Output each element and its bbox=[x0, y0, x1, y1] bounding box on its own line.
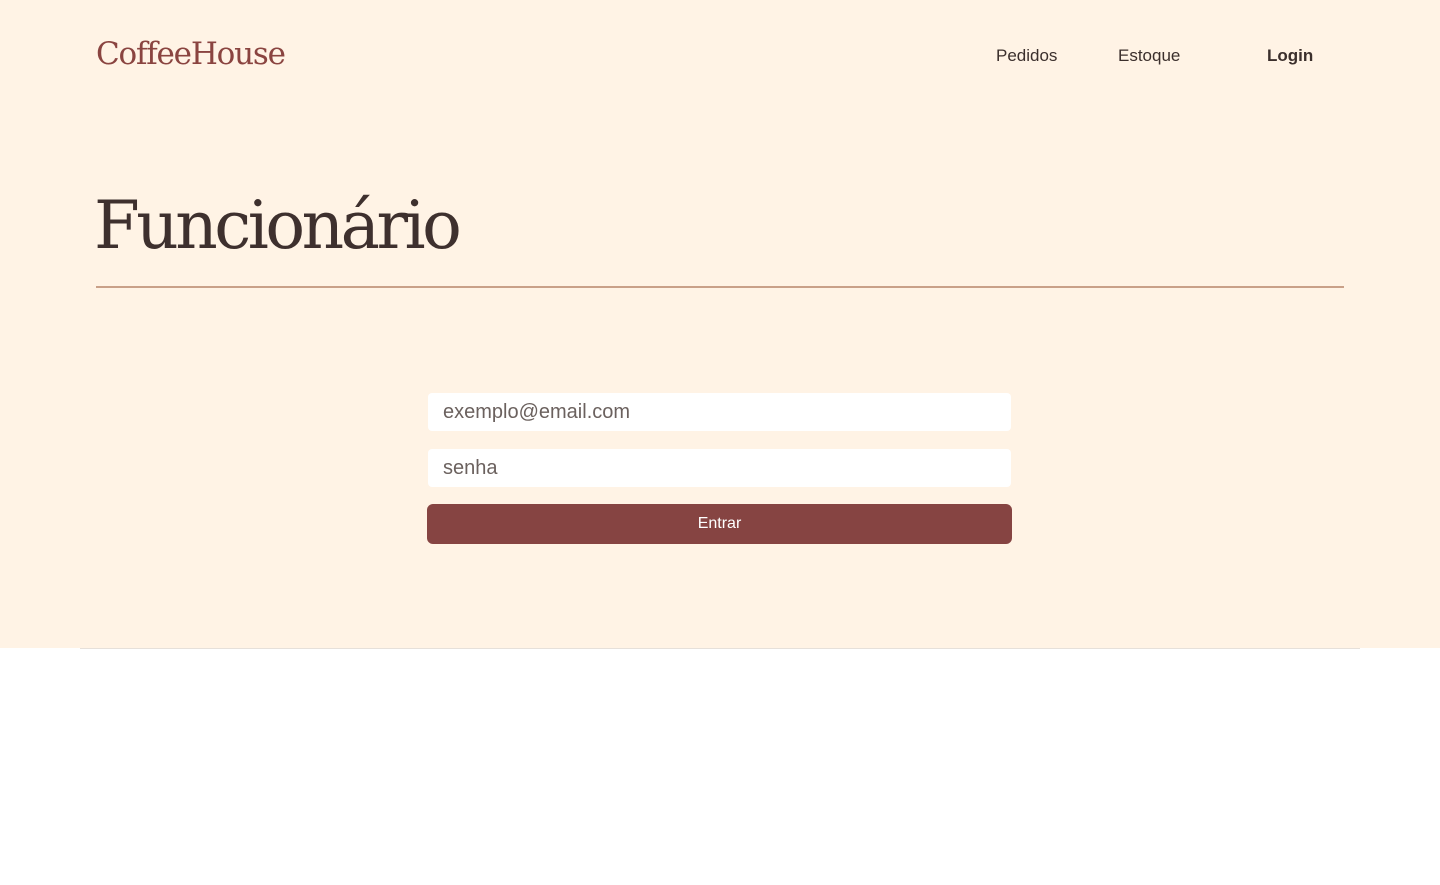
submit-button[interactable]: Entrar bbox=[427, 504, 1012, 544]
password-field[interactable] bbox=[428, 449, 1011, 487]
brand-logo[interactable]: CoffeeHouse bbox=[96, 34, 286, 74]
page: CoffeeHouse Pedidos Estoque Login Funcio… bbox=[0, 0, 1440, 885]
title-divider bbox=[96, 286, 1344, 288]
nav-link-login[interactable]: Login bbox=[1267, 46, 1313, 66]
hero-section: CoffeeHouse Pedidos Estoque Login Funcio… bbox=[0, 0, 1440, 648]
footer-divider bbox=[80, 648, 1360, 649]
page-title: Funcionário bbox=[94, 187, 462, 264]
nav-link-estoque[interactable]: Estoque bbox=[1118, 46, 1180, 66]
email-field[interactable] bbox=[428, 393, 1011, 431]
nav-link-pedidos[interactable]: Pedidos bbox=[996, 46, 1057, 66]
